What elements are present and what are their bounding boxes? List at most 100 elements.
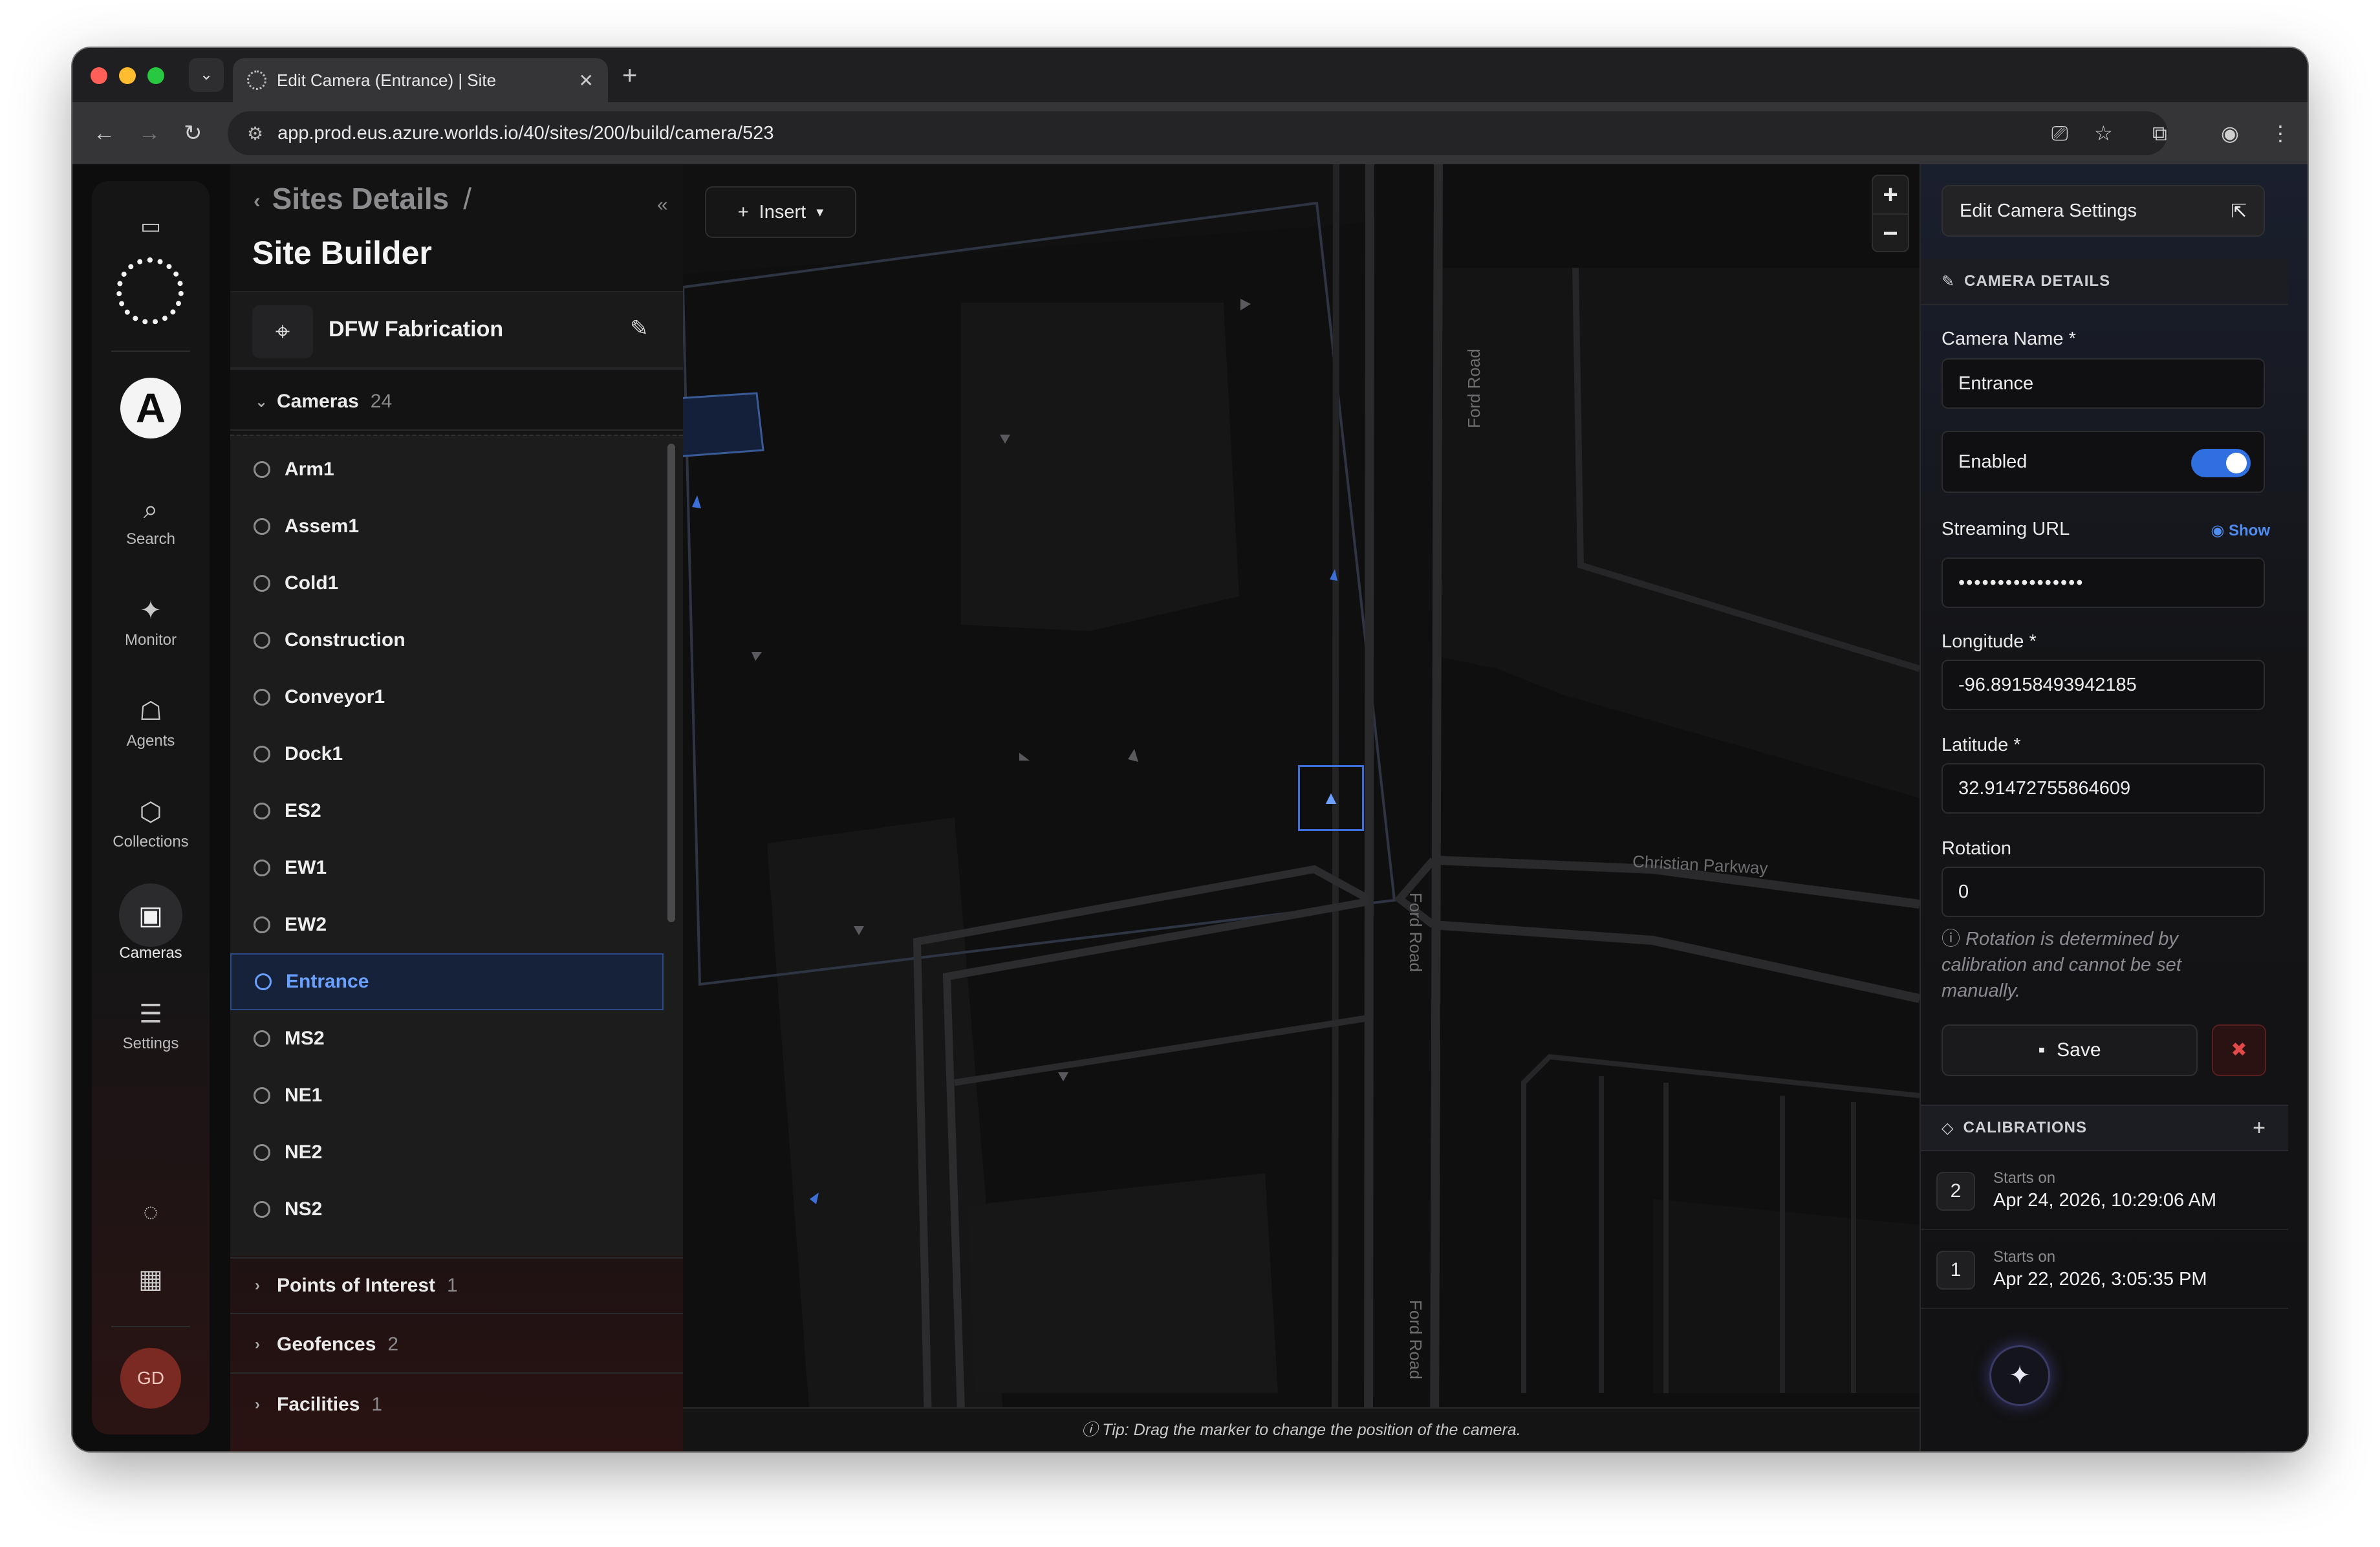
zoom-out-button[interactable]: − <box>1873 213 1908 251</box>
rail-item-agents[interactable]: ☖ Agents <box>92 695 210 750</box>
tab-search-button[interactable]: ⌄ <box>189 58 224 92</box>
camera-list-item[interactable]: NE1 <box>230 1067 664 1124</box>
rail-item-settings[interactable]: ☰ Settings <box>92 997 210 1053</box>
longitude-input[interactable]: -96.89158493942185 <box>1942 660 2265 710</box>
address-bar[interactable]: ⚙ app.prod.eus.azure.worlds.io/40/sites/… <box>228 111 2168 155</box>
camera-name-input[interactable]: Entrance <box>1942 358 2265 409</box>
building-button[interactable]: ▦ <box>92 1262 210 1296</box>
map-tip: ⓘ Tip: Drag the marker to change the pos… <box>683 1407 1920 1451</box>
rail-item-cameras[interactable]: ▣ Cameras <box>92 899 210 962</box>
calibration-date: Apr 22, 2026, 3:05:35 PM <box>1993 1269 2207 1290</box>
back-icon[interactable]: ← <box>93 118 115 149</box>
geofences-section-header[interactable]: › Geofences 2 <box>230 1317 683 1374</box>
rail-item-label: Agents <box>126 732 175 750</box>
cameras-section-header[interactable]: ⌄ Cameras 24 <box>230 374 683 431</box>
assistant-button[interactable]: ✦ <box>1989 1345 2050 1406</box>
camera-list-item[interactable]: ES2 <box>230 783 664 839</box>
rail-item-label: Search <box>125 530 176 548</box>
streaming-url-label: Streaming URL <box>1942 519 2070 539</box>
map-canvas[interactable]: Ford Road Ford Road Ford Road Christian … <box>683 164 1920 1451</box>
rail-item-monitor[interactable]: ✦ Monitor <box>92 594 210 649</box>
latitude-input[interactable]: 32.91472755864609 <box>1942 763 2265 814</box>
camera-name: EW2 <box>285 914 327 935</box>
zoom-in-button[interactable]: + <box>1873 176 1908 213</box>
worlds-logo <box>116 257 184 325</box>
edit-pencil-icon[interactable]: ✎ <box>630 316 649 341</box>
camera-list-item[interactable]: Arm1 <box>230 441 664 498</box>
profile-icon[interactable]: ◉ <box>2221 118 2239 149</box>
camera-list-item[interactable]: Assem1 <box>230 498 664 555</box>
camera-name: ES2 <box>285 800 321 821</box>
camera-name: Construction <box>285 629 406 651</box>
browser-toolbar: ← → ↻ ⚙ app.prod.eus.azure.worlds.io/40/… <box>72 102 2308 164</box>
camera-name: Assem1 <box>285 515 360 537</box>
cube-icon: ⬡ <box>139 798 162 827</box>
street-label: Ford Road <box>1464 349 1484 428</box>
bookmark-star-icon[interactable]: ☆ <box>2094 118 2113 149</box>
map-camera-marker <box>692 495 701 508</box>
selected-camera-marker[interactable]: ▲ <box>1298 765 1364 831</box>
tab-close-icon[interactable]: ✕ <box>579 70 594 91</box>
maximize-window-button[interactable] <box>147 67 164 84</box>
install-app-icon[interactable]: ⎚ <box>2051 118 2068 149</box>
rail-item-label: Collections <box>113 833 189 850</box>
camera-list-item[interactable]: Entrance <box>230 953 664 1010</box>
facilities-section-header[interactable]: › Facilities 1 <box>230 1376 683 1433</box>
show-url-button[interactable]: ◉ Show <box>2211 521 2270 540</box>
close-window-button[interactable] <box>91 67 107 84</box>
forward-icon[interactable]: → <box>138 118 160 149</box>
save-button[interactable]: ▪ Save <box>1942 1024 2198 1076</box>
calibration-number: 1 <box>1936 1251 1975 1290</box>
camera-list-item[interactable]: NE2 <box>230 1124 664 1181</box>
info-icon: ⓘ <box>1942 929 1966 949</box>
browser-tab-active[interactable]: Edit Camera (Entrance) | Site ✕ <box>233 58 608 102</box>
camera-list-item[interactable]: Dock1 <box>230 726 664 783</box>
insert-button[interactable]: + Insert ▾ <box>705 186 856 238</box>
toggle-sidebar-button[interactable]: ▭ <box>92 210 210 243</box>
camera-name: EW1 <box>285 857 327 878</box>
breadcrumb-link[interactable]: Sites Details <box>272 182 449 215</box>
extensions-icon[interactable]: ⧉ <box>2152 118 2167 149</box>
poi-section-header[interactable]: › Points of Interest 1 <box>230 1257 683 1314</box>
rail-item-label: Cameras <box>119 944 182 962</box>
camera-list-item[interactable]: Construction <box>230 612 664 669</box>
enabled-toggle[interactable] <box>2191 449 2251 477</box>
camera-list-item[interactable]: Cold1 <box>230 555 664 612</box>
radio-icon <box>254 803 270 819</box>
browser-menu-icon[interactable]: ⋮ <box>2270 118 2291 149</box>
breadcrumb[interactable]: ‹ Sites Details / <box>254 181 471 216</box>
rail-item-collections[interactable]: ⬡ Collections <box>92 795 210 851</box>
loading-spinner-button[interactable]: ◌ <box>92 1195 210 1229</box>
calibration-item[interactable]: 2 Starts on Apr 24, 2026, 10:29:06 AM <box>1921 1152 2288 1230</box>
section-count: 2 <box>387 1334 399 1355</box>
calibration-item[interactable]: 1 Starts on Apr 22, 2026, 3:05:35 PM <box>1921 1231 2288 1309</box>
add-calibration-button[interactable]: + <box>2253 1116 2266 1141</box>
camera-name: Entrance <box>286 971 369 992</box>
new-tab-button[interactable]: + <box>622 60 637 92</box>
info-icon: ⓘ <box>1081 1421 1103 1439</box>
camera-name: Conveyor1 <box>285 686 385 708</box>
map-building <box>968 1173 1278 1393</box>
chevron-right-icon: › <box>255 1336 260 1353</box>
camera-list-item[interactable]: EW2 <box>230 896 664 953</box>
calibration-sublabel: Starts on <box>1993 1248 2056 1266</box>
minimize-window-button[interactable] <box>119 67 136 84</box>
camera-list-item[interactable]: Conveyor1 <box>230 669 664 726</box>
location-pin-icon: ⌖ <box>252 305 313 358</box>
robot-icon: ☖ <box>139 697 162 726</box>
camera-list-item[interactable]: NS2 <box>230 1181 664 1238</box>
camera-list-item[interactable]: MS2 <box>230 1010 664 1067</box>
chevron-right-icon: › <box>255 1396 260 1413</box>
scrollbar[interactable] <box>667 444 675 922</box>
avatar[interactable]: GD <box>120 1348 181 1409</box>
site-info-icon[interactable]: ⚙ <box>247 123 263 144</box>
edit-camera-settings-button[interactable]: Edit Camera Settings ⇱ <box>1942 185 2265 237</box>
camera-list-item[interactable]: EW1 <box>230 839 664 896</box>
rail-item-search[interactable]: ⌕ Search <box>92 493 210 548</box>
delete-button[interactable]: ✖ <box>2212 1024 2266 1076</box>
streaming-url-input[interactable]: •••••••••••••••• <box>1942 557 2265 608</box>
org-logo[interactable]: A <box>120 378 181 438</box>
collapse-panel-icon[interactable]: « <box>657 194 668 216</box>
site-builder-panel: ‹ Sites Details / « Site Builder ⌖ DFW Fab… <box>230 164 683 1451</box>
reload-icon[interactable]: ↻ <box>184 118 202 149</box>
